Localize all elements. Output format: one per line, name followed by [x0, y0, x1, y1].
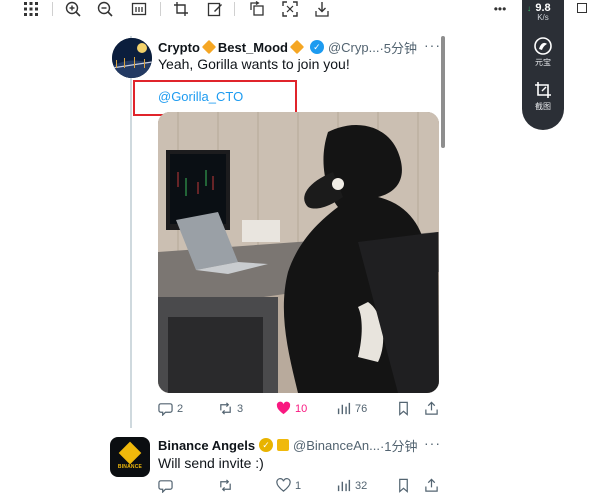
tweet-actions: 1 32 — [158, 478, 440, 496]
toolbar-divider — [160, 2, 161, 16]
screenshot-icon — [535, 82, 551, 98]
highlight-annotation-box — [133, 80, 297, 116]
orange-diamond-icon — [289, 39, 305, 55]
scrollbar-thumb[interactable] — [441, 36, 445, 148]
yuanbao-button[interactable]: 元宝 — [522, 36, 564, 68]
views-button[interactable]: 32 — [336, 478, 367, 493]
screenshot-label: 截图 — [535, 102, 551, 111]
affiliate-badge-icon — [277, 439, 290, 451]
like-count: 1 — [295, 479, 302, 492]
retweet-icon — [220, 402, 231, 415]
reply-button[interactable]: 2 — [158, 401, 183, 416]
more-icon[interactable]: ••• — [489, 0, 511, 18]
view-count: 32 — [355, 479, 368, 492]
display-name[interactable]: Crypto — [158, 40, 200, 55]
tweet-actions: 2 3 10 76 — [158, 401, 440, 419]
bookmark-button[interactable] — [396, 478, 415, 493]
like-count: 10 — [295, 402, 308, 415]
fullscreen-icon[interactable] — [281, 0, 299, 18]
screenshot-button[interactable]: 截图 — [522, 80, 564, 112]
avatar[interactable] — [112, 38, 152, 78]
share-button[interactable] — [424, 401, 443, 416]
share-icon — [425, 478, 438, 492]
toolbar-divider — [52, 2, 53, 16]
crop-icon[interactable] — [172, 0, 190, 18]
bookmark-icon — [399, 478, 408, 493]
yuanbao-icon — [534, 37, 552, 55]
tweet-header: Binance Angels ✓ @BinanceAn... ·1分钟 — [158, 436, 418, 454]
tweet-more-button[interactable]: ··· — [424, 37, 441, 53]
retweet-button[interactable]: 3 — [218, 401, 243, 416]
tweet-text: Yeah, Gorilla wants to join you! — [158, 56, 350, 72]
edit-icon[interactable] — [206, 0, 224, 18]
display-name[interactable]: Binance Angels — [158, 438, 255, 453]
views-button[interactable]: 76 — [336, 401, 367, 416]
fit-width-icon[interactable] — [130, 0, 148, 18]
floating-assistant-widget[interactable]: ↓ 9.8 K/s 元宝 截图 — [522, 0, 564, 130]
tweet-text: Will send invite :) — [158, 455, 264, 471]
heart-icon — [276, 478, 291, 492]
network-speed-unit: K/s — [537, 13, 549, 22]
view-count: 76 — [355, 402, 368, 415]
toolbar-divider — [234, 2, 235, 16]
binance-logo-icon — [118, 441, 142, 464]
avatar[interactable]: BINANCE — [110, 437, 150, 477]
display-name-suffix[interactable]: Best_Mood — [218, 40, 288, 55]
grid-icon[interactable] — [22, 0, 40, 18]
orange-diamond-icon — [201, 39, 216, 55]
rotate-icon[interactable] — [248, 0, 266, 18]
reply-icon — [158, 403, 173, 416]
thread-connector — [130, 36, 132, 428]
retweet-count: 3 — [237, 402, 244, 415]
download-icon[interactable] — [313, 0, 331, 18]
timestamp[interactable]: ·1分钟 — [380, 436, 418, 455]
reply-count: 2 — [177, 402, 184, 415]
verified-badge-icon: ✓ — [309, 40, 324, 54]
gold-verified-badge-icon: ✓ — [259, 438, 274, 452]
share-button[interactable] — [424, 478, 443, 493]
zoom-out-icon[interactable] — [96, 0, 114, 18]
retweet-icon — [220, 479, 231, 492]
user-handle[interactable]: @Cryp... — [328, 40, 379, 55]
yuanbao-label: 元宝 — [535, 58, 551, 67]
retweet-button[interactable] — [218, 478, 237, 493]
viewer-toolbar: ••• — [0, 0, 605, 20]
reply-button[interactable] — [158, 478, 177, 493]
timestamp[interactable]: ·5分钟 — [379, 38, 417, 57]
heart-filled-icon — [276, 401, 291, 415]
bookmark-button[interactable] — [396, 401, 415, 416]
views-icon — [337, 402, 351, 415]
like-button[interactable]: 1 — [276, 478, 301, 493]
avatar-label: BINANCE — [117, 463, 143, 470]
tweet-media-image[interactable] — [158, 112, 439, 393]
like-button[interactable]: 10 — [276, 401, 307, 416]
share-icon — [425, 401, 438, 415]
tweet-more-button[interactable]: ··· — [424, 435, 441, 451]
bookmark-icon — [399, 401, 408, 416]
user-handle[interactable]: @BinanceAn... — [293, 438, 380, 453]
views-icon — [337, 479, 351, 492]
window-maximize-icon[interactable] — [577, 3, 587, 13]
zoom-in-icon[interactable] — [64, 0, 82, 18]
tweet-header: Crypto Best_Mood ✓ @Cryp... ·5分钟 — [158, 38, 417, 56]
reply-icon — [158, 480, 173, 493]
